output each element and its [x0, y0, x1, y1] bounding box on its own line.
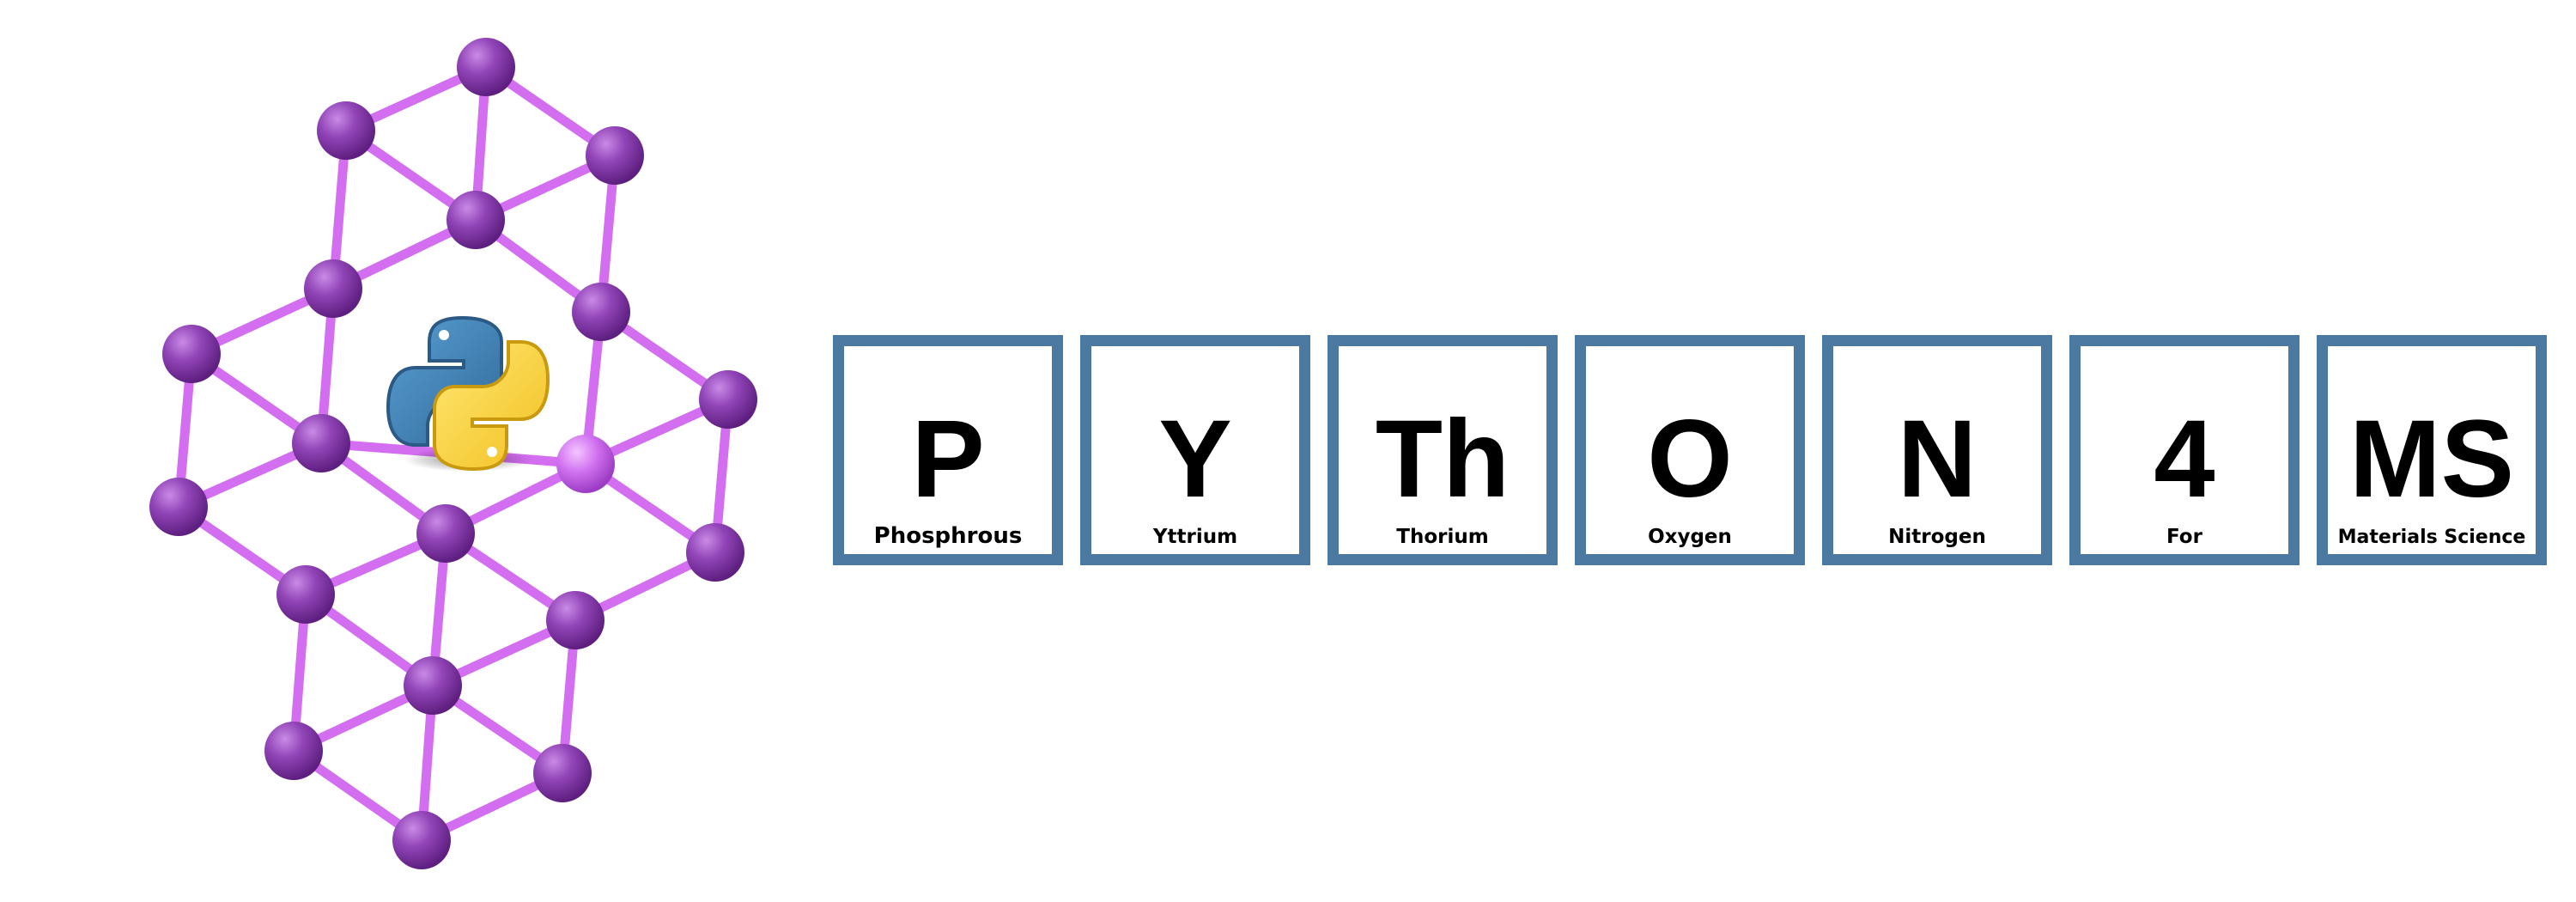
lattice-atom [304, 259, 362, 318]
element-tile-phosphorus: P Phosphrous [833, 335, 1063, 565]
element-tile-thorium: Th Thorium [1327, 335, 1558, 565]
tile-name: Yttrium [1152, 526, 1238, 548]
lattice-atom [533, 744, 592, 802]
lattice-atom [546, 591, 605, 649]
crystal-lattice-icon [149, 38, 757, 869]
lattice-atom [586, 126, 644, 185]
lattice-atom [686, 523, 744, 582]
lattice-atom [317, 101, 375, 160]
lattice-atom [457, 38, 515, 96]
lattice-atom [404, 656, 462, 715]
tile-symbol: O [1647, 398, 1733, 521]
tile-name: Phosphrous [873, 523, 1023, 549]
lattice-atom [264, 722, 323, 780]
tile-name: Oxygen [1648, 526, 1732, 548]
tile-symbol: 4 [2154, 398, 2215, 521]
lattice-atom [392, 811, 451, 869]
python4ms-title-tiles: P Phosphrous Y Yttrium Th Thorium O Oxyg… [833, 335, 2547, 565]
tile-symbol: P [911, 398, 985, 521]
tile-name: Materials Science [2337, 527, 2526, 548]
lattice-atom [276, 565, 335, 624]
element-tile-materials-science: MS Materials Science [2317, 335, 2547, 565]
lattice-atom [292, 414, 350, 472]
lattice-atom [572, 283, 630, 341]
lattice-atom [699, 370, 757, 429]
element-tile-oxygen: O Oxygen [1575, 335, 1805, 565]
lattice-atom [556, 435, 615, 493]
lattice-atom [447, 191, 505, 249]
tile-name: Thorium [1396, 526, 1489, 548]
element-tile-nitrogen: N Nitrogen [1822, 335, 2052, 565]
tile-symbol: N [1897, 398, 1978, 521]
element-tile-for: 4 For [2069, 335, 2300, 565]
lattice-atom [162, 325, 221, 383]
tile-symbol: MS [2349, 398, 2514, 521]
lattice-atom [149, 478, 208, 536]
lattice-atom [416, 504, 475, 563]
tile-symbol: Th [1375, 398, 1510, 521]
element-tile-yttrium: Y Yttrium [1080, 335, 1310, 565]
tile-name: For [2166, 526, 2202, 548]
tile-name: Nitrogen [1888, 526, 1986, 548]
tile-symbol: Y [1158, 398, 1232, 521]
